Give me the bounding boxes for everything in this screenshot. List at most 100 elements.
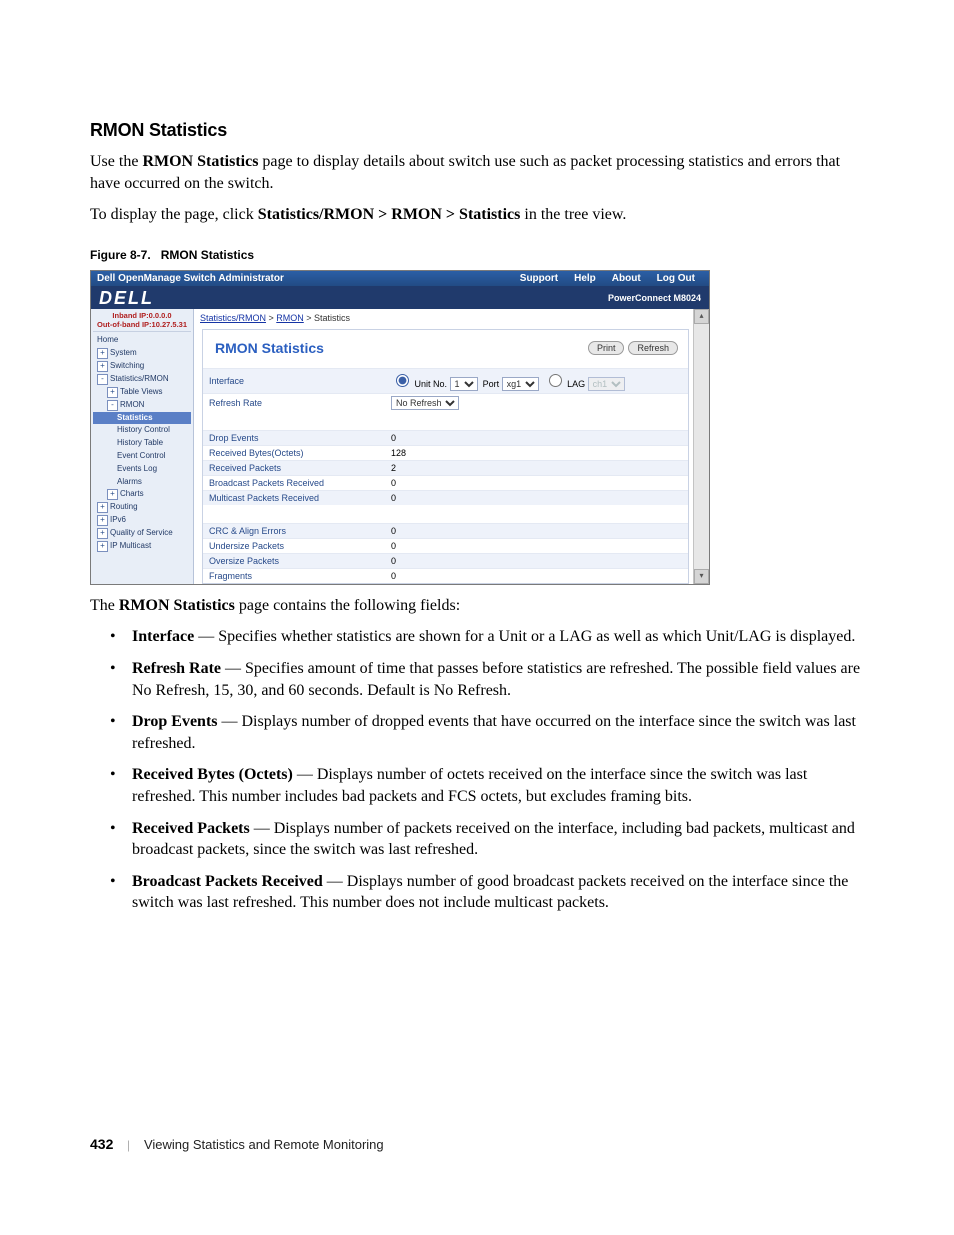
- expand-icon[interactable]: +: [97, 515, 108, 526]
- scroll-down-icon[interactable]: ▾: [694, 569, 709, 584]
- tree-label: RMON: [120, 400, 144, 409]
- radio-lag[interactable]: [549, 374, 562, 387]
- after-figure-para: The RMON Statistics page contains the fo…: [90, 595, 864, 617]
- stat-label: Drop Events: [203, 430, 385, 445]
- tree-item[interactable]: +Charts: [93, 488, 191, 501]
- stat-label: CRC & Align Errors: [203, 523, 385, 538]
- tree-item[interactable]: +Routing: [93, 501, 191, 514]
- tree-label: Statistics: [117, 413, 153, 422]
- tree-label: Statistics/RMON: [110, 374, 169, 383]
- stat-label: Received Packets: [203, 460, 385, 475]
- brand-bar: DELL PowerConnect M8024: [91, 286, 709, 309]
- tree-item[interactable]: +Quality of Service: [93, 527, 191, 540]
- breadcrumb-link[interactable]: RMON: [276, 313, 304, 323]
- breadcrumb-current: Statistics: [314, 313, 350, 323]
- field-desc: — Displays number of dropped events that…: [132, 713, 856, 752]
- field-list: Interface — Specifies whether statistics…: [90, 626, 864, 914]
- tree-item[interactable]: History Control: [93, 424, 191, 437]
- scrollbar[interactable]: ▴ ▾: [693, 309, 709, 584]
- tree-label: History Table: [117, 438, 163, 447]
- tree-item[interactable]: +Switching: [93, 360, 191, 373]
- tree-item[interactable]: Home: [93, 334, 191, 347]
- stat-label: Undersize Packets: [203, 538, 385, 553]
- tree-item[interactable]: +System: [93, 347, 191, 360]
- stat-label: Fragments: [203, 568, 385, 583]
- stat-label: Received Bytes(Octets): [203, 445, 385, 460]
- row-label: Interface: [203, 368, 385, 393]
- expand-icon[interactable]: +: [97, 348, 108, 359]
- row-label: Refresh Rate: [203, 393, 385, 412]
- print-button[interactable]: Print: [588, 341, 625, 355]
- stat-value: 2: [385, 460, 688, 475]
- figure-caption: Figure 8-7. RMON Statistics: [90, 248, 864, 262]
- stat-value: 0: [385, 553, 688, 568]
- expand-icon[interactable]: +: [97, 541, 108, 552]
- expand-icon[interactable]: +: [97, 502, 108, 513]
- link-support[interactable]: Support: [520, 273, 558, 284]
- link-help[interactable]: Help: [574, 273, 596, 284]
- tree-item[interactable]: Alarms: [93, 476, 191, 489]
- inband-ip: Inband IP:0.0.0.0: [93, 311, 191, 320]
- tree-item[interactable]: -Statistics/RMON: [93, 373, 191, 386]
- tree-label: Routing: [110, 502, 138, 511]
- tree-label: System: [110, 348, 137, 357]
- link-about[interactable]: About: [612, 273, 641, 284]
- select-port[interactable]: xg1: [502, 377, 539, 391]
- field-item: Received Packets — Displays number of pa…: [132, 818, 864, 861]
- text: To display the page, click: [90, 206, 258, 223]
- page-number: 432: [90, 1136, 113, 1152]
- refresh-button[interactable]: Refresh: [628, 341, 678, 355]
- stat-label: Multicast Packets Received: [203, 490, 385, 505]
- settings-grid: Interface Unit No. 1 Port xg1 LAG ch1: [203, 368, 688, 412]
- errors-grid: CRC & Align Errors0Undersize Packets0Ove…: [203, 523, 688, 583]
- text-bold: RMON Statistics: [142, 153, 258, 170]
- select-lag: ch1: [588, 377, 625, 391]
- intro-para-1: Use the RMON Statistics page to display …: [90, 151, 864, 194]
- footer-divider: |: [127, 1137, 130, 1153]
- figure-number: Figure 8-7.: [90, 248, 151, 262]
- tree-item[interactable]: Event Control: [93, 450, 191, 463]
- tree-item[interactable]: -RMON: [93, 399, 191, 412]
- text-bold: Statistics/RMON > RMON > Statistics: [258, 206, 521, 223]
- label-unit: Unit No.: [415, 379, 448, 389]
- expand-icon[interactable]: +: [107, 387, 118, 398]
- tree-label: Event Control: [117, 451, 165, 460]
- label-port: Port: [483, 379, 500, 389]
- nav-tree[interactable]: Home+System+Switching-Statistics/RMON+Ta…: [93, 334, 191, 554]
- expand-icon[interactable]: +: [107, 489, 118, 500]
- tree-label: Home: [97, 335, 118, 344]
- footer-section: Viewing Statistics and Remote Monitoring: [144, 1137, 384, 1152]
- breadcrumb-link[interactable]: Statistics/RMON: [200, 313, 266, 323]
- stats-grid: Drop Events0Received Bytes(Octets)128Rec…: [203, 430, 688, 505]
- scroll-up-icon[interactable]: ▴: [694, 309, 709, 324]
- tree-label: History Control: [117, 425, 170, 434]
- text: The: [90, 597, 119, 614]
- text-bold: RMON Statistics: [119, 597, 235, 614]
- dell-logo: DELL: [99, 289, 154, 307]
- expand-icon[interactable]: +: [97, 528, 108, 539]
- section-heading: RMON Statistics: [90, 120, 864, 141]
- stat-label: Broadcast Packets Received: [203, 475, 385, 490]
- field-item: Broadcast Packets Received — Displays nu…: [132, 871, 864, 914]
- tree-label: Charts: [120, 489, 144, 498]
- collapse-icon[interactable]: -: [107, 400, 118, 411]
- tree-item[interactable]: +Table Views: [93, 386, 191, 399]
- interface-controls: Unit No. 1 Port xg1 LAG ch1: [385, 368, 688, 393]
- tree-item[interactable]: Events Log: [93, 463, 191, 476]
- stat-label: Oversize Packets: [203, 553, 385, 568]
- collapse-icon[interactable]: -: [97, 374, 108, 385]
- tree-item[interactable]: Statistics: [93, 412, 191, 425]
- text: Use the: [90, 153, 142, 170]
- expand-icon[interactable]: +: [97, 361, 108, 372]
- tree-item[interactable]: +IPv6: [93, 514, 191, 527]
- tree-item[interactable]: +IP Multicast: [93, 540, 191, 553]
- select-unit[interactable]: 1: [450, 377, 478, 391]
- radio-unit[interactable]: [396, 374, 409, 387]
- field-desc: — Specifies amount of time that passes b…: [132, 660, 860, 699]
- link-logout[interactable]: Log Out: [657, 273, 695, 284]
- window-title: Dell OpenManage Switch Administrator: [97, 273, 284, 284]
- tree-label: IPv6: [110, 515, 126, 524]
- breadcrumb: Statistics/RMON > RMON > Statistics: [200, 311, 693, 325]
- tree-item[interactable]: History Table: [93, 437, 191, 450]
- select-refresh-rate[interactable]: No Refresh: [391, 396, 459, 410]
